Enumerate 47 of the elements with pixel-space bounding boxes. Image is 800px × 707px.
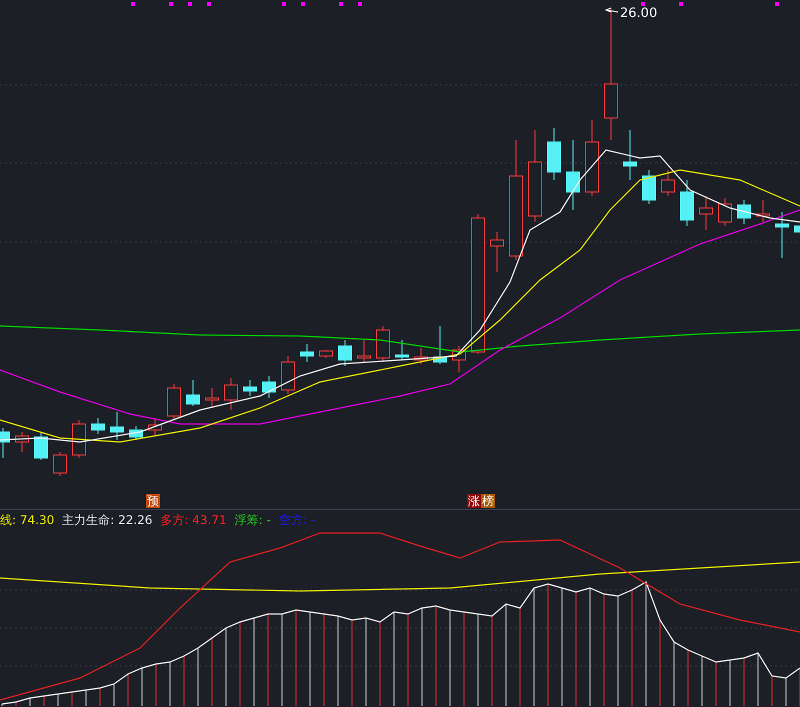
candlestick <box>680 180 694 226</box>
candlestick <box>737 200 751 224</box>
indicator-value: 主力生命: 22.26 <box>62 512 152 528</box>
indicator-value: 浮筹: - <box>234 512 271 528</box>
indicator-value: 空方: - <box>278 512 316 528</box>
signal-badge: 涨 <box>467 494 481 508</box>
candlestick <box>110 412 124 440</box>
candlestick <box>395 340 409 360</box>
candlestick <box>148 418 162 436</box>
candlestick <box>414 348 428 364</box>
candlestick <box>756 200 770 222</box>
candlestick <box>186 380 200 406</box>
candlestick <box>243 380 257 396</box>
candlestick <box>699 196 713 230</box>
candlestick <box>376 326 390 362</box>
candlestick <box>15 432 29 452</box>
candlestick <box>794 226 800 232</box>
candlestick <box>319 350 333 358</box>
candlestick <box>547 128 561 180</box>
candlestick <box>129 426 143 440</box>
candlestick <box>433 326 447 364</box>
candlestick <box>623 130 637 180</box>
candlestick <box>338 340 352 366</box>
candlestick <box>661 170 675 196</box>
candlestick <box>205 388 219 408</box>
candlestick <box>262 376 276 398</box>
indicator-value: 多方: 43.71 <box>160 512 227 528</box>
candlestick <box>281 356 295 394</box>
candlestick <box>53 452 67 476</box>
candlestick <box>0 428 10 458</box>
candlestick <box>775 212 789 258</box>
candlestick <box>91 418 105 434</box>
candlestick <box>167 384 181 420</box>
candlestick <box>224 378 238 410</box>
candlestick <box>490 232 504 272</box>
high-price-label: 26.00 <box>620 5 658 23</box>
candlestick <box>642 170 656 204</box>
candlestick <box>452 346 466 372</box>
signal-badge: 预 <box>146 494 160 508</box>
candlestick <box>34 432 48 460</box>
candlestick <box>357 340 371 362</box>
signal-badge: 榜 <box>481 494 495 508</box>
candlestick <box>300 344 314 362</box>
candlestick <box>566 140 580 210</box>
indicator-value: 线: 74.30 <box>0 512 54 528</box>
candlestick <box>72 420 86 458</box>
candlestick <box>718 198 732 226</box>
